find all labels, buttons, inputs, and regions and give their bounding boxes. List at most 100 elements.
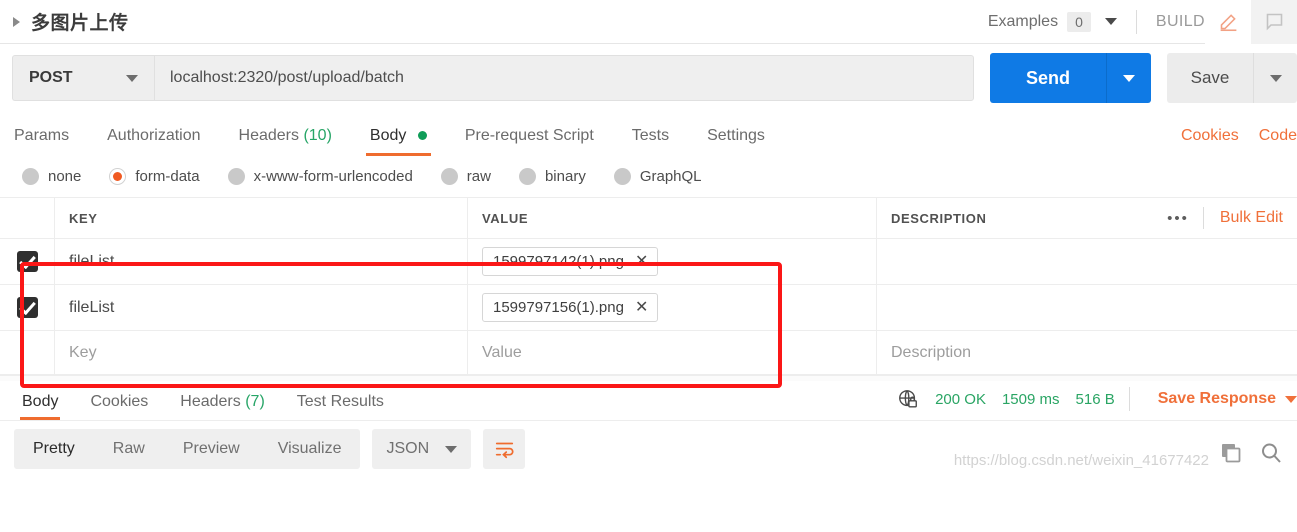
table-tools: ••• Bulk Edit bbox=[1153, 198, 1297, 238]
http-method-select[interactable]: POST bbox=[12, 55, 154, 101]
radio-none[interactable]: none bbox=[22, 168, 81, 185]
cookies-link[interactable]: Cookies bbox=[1181, 127, 1239, 145]
radio-raw[interactable]: raw bbox=[440, 168, 491, 185]
url-input[interactable]: localhost:2320/post/upload/batch bbox=[154, 55, 974, 101]
examples-chevron-down-icon[interactable] bbox=[1104, 18, 1117, 25]
row-description-cell[interactable] bbox=[877, 239, 1297, 284]
radio-binary[interactable]: binary bbox=[518, 168, 586, 185]
row-check-cell bbox=[0, 239, 55, 284]
search-icon bbox=[1259, 441, 1283, 465]
radio-label: form-data bbox=[135, 168, 200, 185]
row-checkbox[interactable] bbox=[16, 251, 38, 272]
radio-selected-icon bbox=[109, 168, 127, 185]
collapse-triangle-icon[interactable] bbox=[13, 16, 20, 27]
header-value-cell: VALUE bbox=[468, 198, 877, 238]
column-header-description: DESCRIPTION bbox=[891, 210, 987, 226]
row-check-cell bbox=[0, 331, 55, 374]
row-key-cell[interactable]: fileList bbox=[55, 239, 468, 284]
file-name: 1599797156(1).png bbox=[493, 299, 624, 316]
copy-icon bbox=[1219, 441, 1243, 465]
new-description-input[interactable]: Description bbox=[877, 331, 1297, 374]
row-checkbox[interactable] bbox=[16, 297, 38, 318]
save-response-button[interactable]: Save Response bbox=[1158, 390, 1276, 408]
file-chip[interactable]: 1599797142(1).png ✕ bbox=[482, 247, 659, 276]
copy-button[interactable] bbox=[1219, 441, 1243, 465]
response-tab-headers[interactable]: Headers (7) bbox=[180, 393, 265, 420]
description-placeholder: Description bbox=[891, 343, 972, 361]
key-placeholder: Key bbox=[69, 343, 97, 361]
request-tabs-links: Cookies Code bbox=[1161, 127, 1297, 156]
examples-count-badge: 0 bbox=[1067, 11, 1091, 32]
response-tab-cookies[interactable]: Cookies bbox=[90, 393, 148, 420]
edit-pencil-button[interactable] bbox=[1205, 0, 1251, 44]
radio-icon bbox=[613, 168, 631, 185]
save-button[interactable]: Save bbox=[1167, 53, 1253, 103]
response-viewer-toolbar: Pretty Raw Preview Visualize JSON https:… bbox=[0, 421, 1297, 477]
radio-form-data[interactable]: form-data bbox=[109, 168, 200, 185]
tab-params[interactable]: Params bbox=[14, 127, 69, 156]
more-options-icon[interactable]: ••• bbox=[1153, 210, 1203, 227]
bulk-edit-link[interactable]: Bulk Edit bbox=[1204, 209, 1297, 227]
radio-label: none bbox=[48, 168, 82, 185]
code-link[interactable]: Code bbox=[1259, 127, 1297, 145]
comment-icon bbox=[1264, 11, 1285, 32]
response-time: 1509 ms bbox=[1001, 390, 1060, 408]
tab-authorization[interactable]: Authorization bbox=[107, 127, 200, 156]
remove-file-icon[interactable]: ✕ bbox=[635, 253, 648, 270]
viewer-mode-preview[interactable]: Preview bbox=[164, 429, 259, 469]
chevron-down-icon bbox=[1269, 74, 1282, 82]
body-status-dot-icon bbox=[417, 131, 427, 141]
pencil-icon bbox=[1218, 11, 1239, 32]
divider bbox=[1135, 9, 1137, 34]
save-options-button[interactable] bbox=[1253, 53, 1297, 103]
tab-label: Body bbox=[22, 393, 59, 410]
search-button[interactable] bbox=[1259, 441, 1283, 465]
tab-label: Test Results bbox=[296, 393, 384, 410]
response-format-select[interactable]: JSON bbox=[372, 429, 472, 469]
key-value: fileList bbox=[69, 298, 115, 316]
divider bbox=[1128, 387, 1130, 411]
globe-lock-icon bbox=[897, 388, 919, 410]
tab-label: Headers bbox=[238, 127, 299, 144]
remove-file-icon[interactable]: ✕ bbox=[635, 299, 648, 316]
tab-body[interactable]: Body bbox=[365, 127, 431, 156]
tab-label: Tests bbox=[631, 127, 670, 144]
radio-label: x-www-form-urlencoded bbox=[253, 168, 413, 185]
radio-x-www-form-urlencoded[interactable]: x-www-form-urlencoded bbox=[227, 168, 413, 185]
file-chip[interactable]: 1599797156(1).png ✕ bbox=[482, 293, 659, 322]
tab-tests[interactable]: Tests bbox=[632, 127, 669, 156]
response-size: 516 B bbox=[1075, 390, 1115, 408]
send-button[interactable]: Send bbox=[990, 53, 1106, 103]
row-description-cell[interactable] bbox=[877, 285, 1297, 330]
send-options-button[interactable] bbox=[1106, 53, 1151, 103]
examples-label: Examples bbox=[987, 12, 1059, 30]
chevron-down-icon[interactable] bbox=[1285, 395, 1297, 403]
table-row: fileList 1599797142(1).png ✕ bbox=[0, 239, 1297, 285]
tab-headers[interactable]: Headers (10) bbox=[239, 127, 332, 156]
response-tab-body[interactable]: Body bbox=[19, 393, 61, 420]
tab-settings[interactable]: Settings bbox=[707, 127, 765, 156]
word-wrap-button[interactable] bbox=[483, 429, 526, 469]
row-key-cell[interactable]: fileList bbox=[55, 285, 468, 330]
radio-icon bbox=[22, 168, 39, 185]
new-value-input[interactable]: Value bbox=[468, 331, 877, 374]
build-label: BUILD bbox=[1155, 12, 1205, 30]
radio-graphql[interactable]: GraphQL bbox=[613, 168, 702, 185]
title-bar-actions: Examples 0 BUILD bbox=[987, 0, 1297, 44]
tab-label: Headers bbox=[180, 393, 241, 410]
form-data-table: KEY VALUE DESCRIPTION ••• Bulk Edit file… bbox=[0, 198, 1297, 375]
status-code: 200 OK bbox=[935, 390, 986, 408]
viewer-mode-visualize[interactable]: Visualize bbox=[259, 429, 361, 469]
viewer-mode-raw[interactable]: Raw bbox=[94, 429, 164, 469]
viewer-mode-pretty[interactable]: Pretty bbox=[14, 429, 94, 469]
response-meta: 200 OK 1509 ms 516 B Save Response bbox=[897, 387, 1297, 420]
headers-count: (10) bbox=[303, 127, 332, 144]
tab-label: Cookies bbox=[90, 393, 149, 410]
comments-button[interactable] bbox=[1251, 0, 1297, 44]
viewer-actions bbox=[1219, 441, 1283, 465]
response-tab-test-results[interactable]: Test Results bbox=[297, 393, 384, 420]
response-headers-count: (7) bbox=[245, 393, 265, 410]
tab-label: Settings bbox=[707, 127, 765, 144]
new-key-input[interactable]: Key bbox=[55, 331, 468, 374]
tab-pre-request-script[interactable]: Pre-request Script bbox=[465, 127, 594, 156]
